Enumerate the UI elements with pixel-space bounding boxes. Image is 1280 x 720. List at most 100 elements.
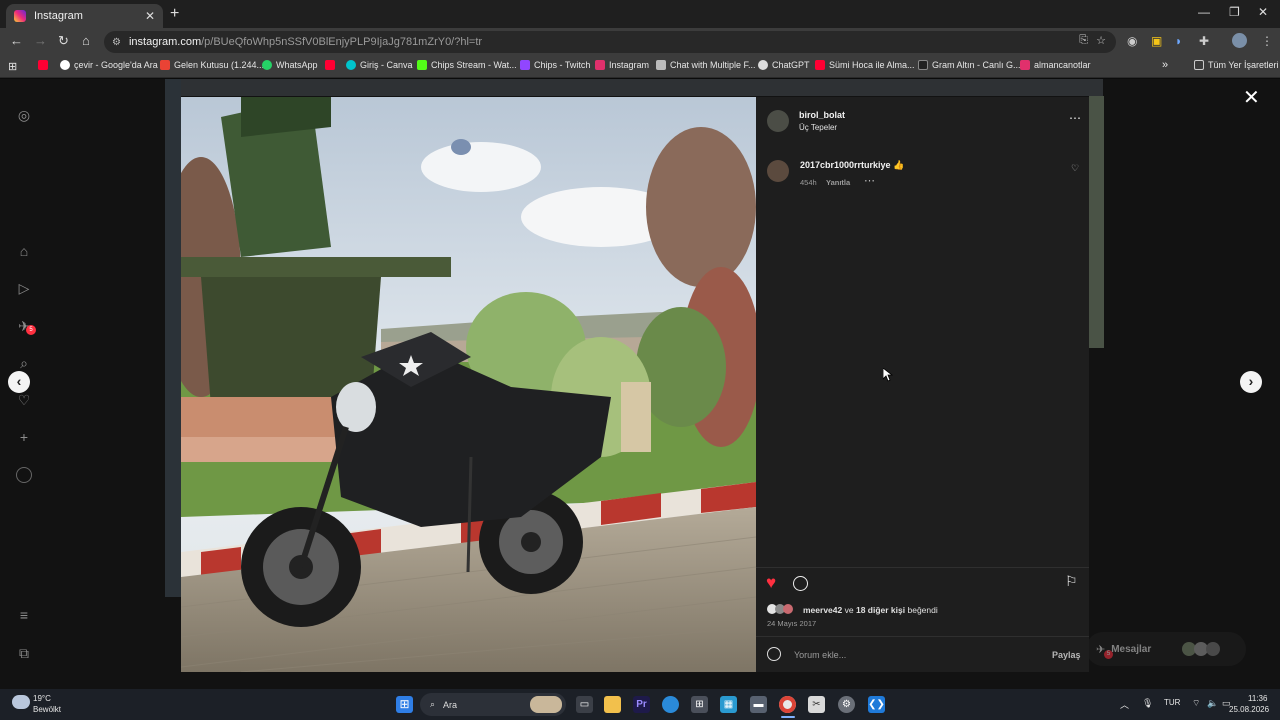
- site-info-icon[interactable]: ⚙: [112, 37, 121, 48]
- comment-bubble-icon[interactable]: [793, 576, 808, 591]
- forward-icon[interactable]: →: [34, 33, 47, 48]
- share-button[interactable]: Paylaş: [1052, 650, 1081, 660]
- input-language[interactable]: TUR: [1164, 698, 1180, 707]
- bookmark-sumi-hoca[interactable]: Sümi Hoca ile Alma...: [815, 60, 915, 70]
- google-icon: [60, 60, 70, 70]
- extensions-puzzle-icon[interactable]: ✚: [1199, 34, 1209, 48]
- bookmark-gram-altin[interactable]: Gram Altın - Canlı G...: [918, 60, 1021, 70]
- clock-time[interactable]: 11:36: [1248, 694, 1267, 703]
- bookmark-twitch[interactable]: Chips - Twitch: [520, 60, 590, 70]
- bookmark-almancanotlar[interactable]: almancanotlar: [1020, 60, 1091, 70]
- tab-instagram[interactable]: Instagram ✕: [6, 4, 163, 28]
- weather-cloud-icon[interactable]: [12, 695, 30, 709]
- bookmark-instagram[interactable]: Instagram: [595, 60, 649, 70]
- volume-icon[interactable]: 🔈: [1207, 698, 1218, 709]
- motorcycle-windmill-photo: [181, 97, 756, 672]
- other-likers-link[interactable]: 18 diğer kişi: [856, 605, 905, 615]
- edge-icon[interactable]: [662, 696, 679, 713]
- tab-strip: Instagram ✕ + — ❐ ✕: [0, 0, 1280, 28]
- mail-icon[interactable]: ▬: [750, 696, 767, 713]
- install-app-icon[interactable]: ⎘: [1079, 34, 1088, 47]
- show-hidden-icons-chevron-icon[interactable]: ︿: [1120, 698, 1129, 711]
- bookmark-google-search[interactable]: çevir - Google'da Ara: [60, 60, 158, 70]
- minimize-icon[interactable]: —: [1198, 5, 1210, 19]
- post-location[interactable]: Üç Tepeler: [799, 123, 837, 132]
- translate-extension-icon[interactable]: ◗: [1175, 34, 1182, 48]
- bookmark-canva[interactable]: Giriş - Canva: [346, 60, 413, 70]
- premiere-pro-icon[interactable]: Pr: [633, 696, 650, 713]
- mouse-cursor-icon: [883, 368, 893, 382]
- search-icon[interactable]: ⌕: [16, 355, 32, 371]
- author-avatar[interactable]: [767, 110, 789, 132]
- bookmark-youtube-2[interactable]: [325, 60, 339, 70]
- liker-username[interactable]: meerve42: [803, 605, 842, 615]
- post-options-icon[interactable]: ⋯: [1069, 111, 1081, 125]
- url-host: instagram.com: [128, 36, 202, 48]
- new-tab-icon[interactable]: +: [170, 5, 179, 23]
- bookmark-whatsapp[interactable]: WhatsApp: [262, 60, 318, 70]
- instagram-logo-icon[interactable]: ◎: [16, 107, 32, 123]
- browser-menu-icon[interactable]: ⋮: [1261, 34, 1273, 48]
- bookmark-star-icon[interactable]: ☆: [1096, 34, 1106, 47]
- bookmark-gmail[interactable]: Gelen Kutusu (1.244...: [160, 60, 264, 70]
- author-username[interactable]: birol_bolat: [799, 110, 845, 120]
- settings-gear-icon[interactable]: ⚙: [838, 696, 855, 713]
- save-bookmark-icon[interactable]: ⚐: [1065, 573, 1078, 590]
- profile-avatar[interactable]: [1232, 33, 1247, 48]
- heart-icon[interactable]: ♡: [16, 392, 32, 408]
- more-bookmarks-icon[interactable]: »: [1162, 59, 1168, 71]
- apps-grid-icon[interactable]: ⊞: [8, 60, 17, 73]
- windows-taskbar: 19°C Bewölkt ⊞ ⌕ Ara ▭ Pr ⊞ ▦ ▬ ✂ ⚙ ❮❯ ︿…: [0, 689, 1280, 720]
- menu-icon[interactable]: ≡: [16, 607, 32, 623]
- messages-float-button[interactable]: ✈ 5 Mesajlar: [1086, 632, 1246, 666]
- profile-icon[interactable]: [16, 467, 32, 483]
- comment-options-icon[interactable]: ⋯: [864, 174, 875, 187]
- bookmark-youtube-1[interactable]: [38, 60, 52, 70]
- next-post-arrow-icon[interactable]: ›: [1240, 371, 1262, 393]
- store-icon[interactable]: ⊞: [691, 696, 708, 713]
- previous-post-arrow-icon[interactable]: ‹: [8, 371, 30, 393]
- restore-icon[interactable]: ❐: [1229, 5, 1240, 19]
- create-icon[interactable]: +: [16, 429, 32, 445]
- camera-extension-icon[interactable]: ◉: [1127, 34, 1137, 48]
- back-icon[interactable]: ←: [10, 33, 23, 48]
- actions-divider: [756, 567, 1089, 568]
- file-explorer-icon[interactable]: [604, 696, 621, 713]
- tab-close-icon[interactable]: ✕: [145, 9, 155, 23]
- address-bar[interactable]: ⚙ instagram.com /p/BUeQfoWhp5nSSfV0BlEnj…: [104, 31, 1116, 53]
- microphone-icon[interactable]: 🎙: [1142, 698, 1153, 709]
- vscode-icon[interactable]: ❮❯: [868, 696, 885, 713]
- start-windows-icon[interactable]: ⊞: [396, 696, 413, 713]
- notification-badge: 5: [26, 325, 36, 335]
- all-bookmarks-folder[interactable]: Tüm Yer İşaretleri: [1194, 60, 1279, 70]
- taskbar-search[interactable]: ⌕ Ara: [420, 693, 566, 716]
- emoji-picker-icon[interactable]: [767, 647, 781, 661]
- instagram-icon: [1020, 60, 1030, 70]
- reload-icon[interactable]: ↻: [58, 33, 69, 49]
- also-from-meta-icon[interactable]: ⧉: [16, 645, 32, 661]
- wifi-icon[interactable]: ⌔: [1192, 698, 1200, 709]
- task-view-icon[interactable]: ▭: [576, 696, 593, 713]
- calculator-icon[interactable]: ▦: [720, 696, 737, 713]
- home-icon[interactable]: ⌂: [82, 33, 90, 48]
- clock-date[interactable]: 25.08.2026: [1229, 705, 1269, 714]
- close-icon[interactable]: ✕: [1243, 88, 1260, 108]
- bookmark-chat-multiple[interactable]: Chat with Multiple F...: [656, 60, 756, 70]
- snipping-tool-icon[interactable]: ✂: [808, 696, 825, 713]
- comment-author[interactable]: 2017cbr1000rrturkiye 👍: [800, 160, 904, 171]
- comment-input[interactable]: Yorum ekle...: [794, 650, 846, 660]
- chrome-icon[interactable]: [779, 696, 796, 713]
- reply-link[interactable]: Yanıtla: [826, 178, 850, 187]
- reels-icon[interactable]: ▷: [16, 280, 32, 296]
- background-post-right: [1089, 96, 1104, 348]
- commenter-avatar[interactable]: [767, 160, 789, 182]
- comment-like-heart-icon[interactable]: ♡: [1071, 163, 1079, 174]
- window-close-icon[interactable]: ✕: [1258, 5, 1268, 19]
- home-icon[interactable]: ⌂: [16, 243, 32, 259]
- weather-temp[interactable]: 19°C: [33, 694, 51, 703]
- password-extension-icon[interactable]: ▣: [1151, 34, 1162, 48]
- gold-price-icon: [918, 60, 928, 70]
- bookmark-kick[interactable]: Chips Stream - Wat...: [417, 60, 517, 70]
- liked-heart-icon[interactable]: ♥: [766, 573, 776, 593]
- bookmark-chatgpt[interactable]: ChatGPT: [758, 60, 810, 70]
